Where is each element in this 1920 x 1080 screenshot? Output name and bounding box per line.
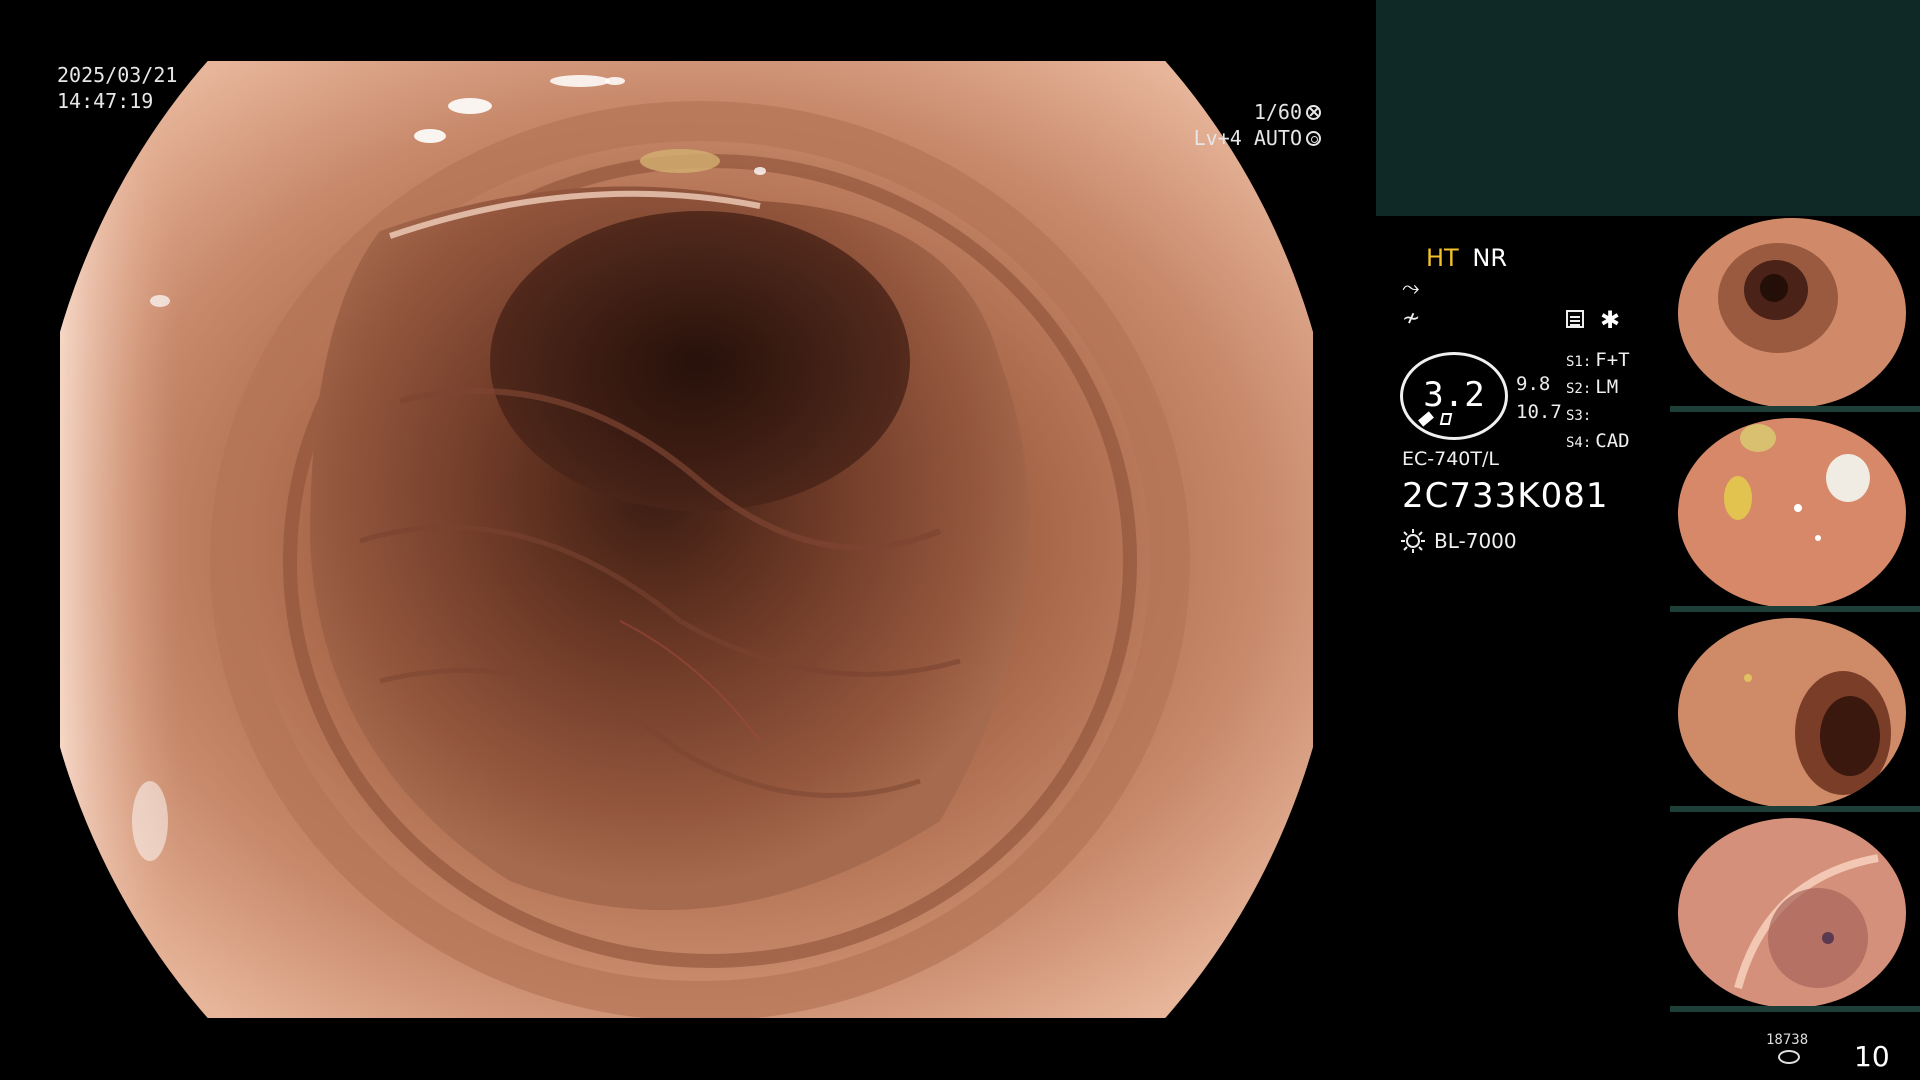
colon-lumen-image — [60, 61, 1313, 1018]
side-value-2: 10.7 — [1516, 401, 1562, 423]
brightness-level: Lv+4 AUTO — [1193, 126, 1302, 150]
side-value-1: 9.8 — [1516, 373, 1551, 395]
auto-iris-icon — [1306, 130, 1321, 146]
color-enhance-icon: ≁ — [1402, 306, 1421, 331]
side-values: 9.8 10.7 — [1516, 370, 1562, 426]
switch-row: S2: LM — [1566, 375, 1630, 402]
menu-icon — [1566, 310, 1584, 328]
switch-key: S4: — [1566, 435, 1592, 451]
asterisk-icon: ✱ — [1600, 306, 1621, 334]
thumbnail-image — [1678, 618, 1906, 808]
scope-serial: 2C733K081 — [1402, 476, 1609, 516]
zoom-value: 3.2 — [1423, 375, 1485, 415]
shutter-speed: 1/60 — [1253, 100, 1302, 124]
thumbnail-bar — [1670, 1006, 1920, 1012]
thumbnail-image — [1678, 218, 1906, 408]
exposure-readout: 1/60 Lv+4 AUTO — [1194, 99, 1321, 151]
image-index: 10 — [1854, 1040, 1890, 1073]
mode-nr-label: NR — [1472, 244, 1507, 272]
mode-ht-label: HT — [1426, 244, 1459, 272]
switch-row: S1: F+T — [1566, 348, 1630, 375]
captured-thumbnail[interactable] — [1670, 216, 1920, 412]
endoscope-live-view — [60, 61, 1313, 1018]
disk-icon — [1778, 1050, 1800, 1064]
captured-images-strip — [1670, 216, 1920, 1016]
structure-enhance-icon: ⤳ — [1402, 276, 1420, 301]
switch-value: CAD — [1595, 430, 1630, 452]
switch-assignments: S1: F+T S2: LM S3: S4: CAD — [1566, 348, 1630, 456]
endoscopy-screen: 2025/03/21 14:47:19 1/60 Lv+4 AUTO HT NR… — [0, 0, 1920, 1080]
switch-key: S1: — [1566, 354, 1592, 370]
image-mode: HT NR — [1426, 244, 1507, 272]
light-source: BL-7000 — [1400, 528, 1517, 554]
thumbnail-bar — [1670, 406, 1920, 412]
switch-value: F+T — [1595, 349, 1630, 371]
switch-row: S3: — [1566, 402, 1630, 429]
light-source-label: BL-7000 — [1434, 529, 1517, 553]
aperture-icon — [1306, 104, 1321, 120]
scope-model: EC-740T/L — [1402, 448, 1499, 470]
thumbnail-bar — [1670, 806, 1920, 812]
captured-thumbnail[interactable] — [1670, 616, 1920, 812]
thumbnail-image — [1678, 818, 1906, 1008]
lamp-icon — [1401, 529, 1425, 553]
processor-info-panel: HT NR ⤳ ≁ ✱ 3.2 9.8 10.7 S1: F+T S2: LM S3… — [1390, 236, 1680, 576]
switch-key: S3: — [1566, 408, 1592, 424]
captured-thumbnail[interactable] — [1670, 416, 1920, 612]
exam-time: 14:47:19 — [57, 89, 154, 113]
thumbnail-bar — [1670, 606, 1920, 612]
captured-thumbnail[interactable] — [1670, 816, 1920, 1012]
level-row: Lv+4 AUTO — [1194, 125, 1321, 151]
box-icon — [1439, 413, 1453, 425]
switch-value: LM — [1595, 376, 1619, 398]
shutter-row: 1/60 — [1194, 99, 1321, 125]
switch-row: S4: CAD — [1566, 429, 1630, 456]
zoom-indicator: 3.2 — [1400, 352, 1508, 440]
exam-date: 2025/03/21 — [57, 63, 178, 87]
reference-panel — [1376, 0, 1920, 216]
switch-key: S2: — [1566, 381, 1592, 397]
capture-count: 18738 — [1766, 1032, 1809, 1048]
thumbnail-image — [1678, 418, 1906, 608]
exam-datetime: 2025/03/21 14:47:19 — [57, 62, 177, 114]
